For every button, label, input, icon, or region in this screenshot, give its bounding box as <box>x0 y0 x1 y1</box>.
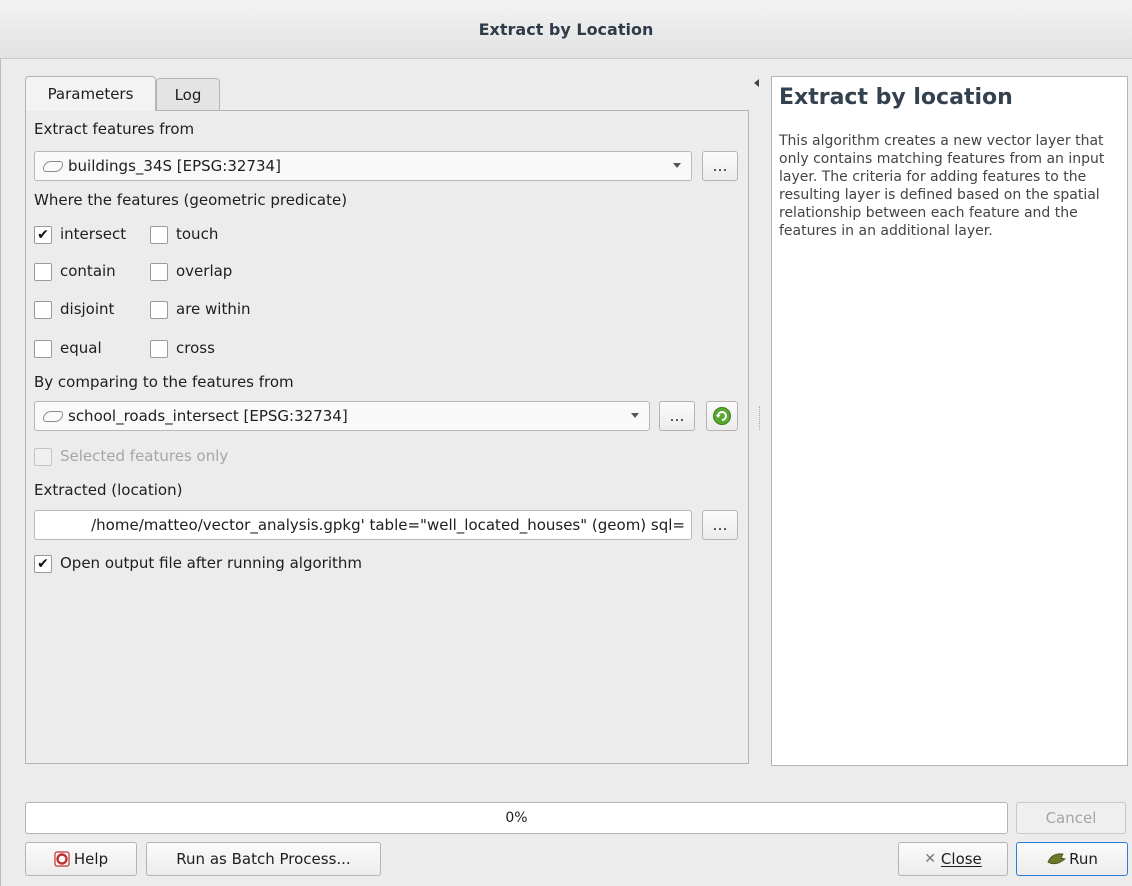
tab-parameters[interactable]: Parameters <box>25 76 156 111</box>
polygon-layer-icon <box>43 160 63 172</box>
close-icon: ✕ <box>924 851 936 867</box>
tab-log-label: Log <box>174 85 202 104</box>
cross-label: cross <box>176 339 215 357</box>
help-panel: Extract by location This algorithm creat… <box>771 76 1128 766</box>
polygon-layer-icon <box>43 410 63 422</box>
open-output-label: Open output file after running algorithm <box>60 554 362 572</box>
help-label: Help <box>73 850 109 868</box>
output-path-field[interactable]: /home/matteo/vector_analysis.gpkg' table… <box>34 510 692 540</box>
run-batch-button[interactable]: Run as Batch Process... <box>146 842 381 876</box>
help-body: This algorithm creates a new vector laye… <box>779 133 1105 239</box>
iterate-icon <box>713 407 731 425</box>
tab-log[interactable]: Log <box>156 78 220 110</box>
output-browse-button[interactable]: … <box>702 510 738 540</box>
are-within-checkbox[interactable] <box>150 301 168 319</box>
open-output-checkbox[interactable]: ✔ <box>34 555 52 573</box>
disjoint-checkbox[interactable] <box>34 301 52 319</box>
overlap-label: overlap <box>176 262 233 280</box>
output-path-value: /home/matteo/vector_analysis.gpkg' table… <box>91 516 685 534</box>
window-title: Extract by Location <box>478 19 654 39</box>
close-label: Close <box>940 850 982 868</box>
selected-features-only-checkbox[interactable] <box>34 448 52 466</box>
window-frame <box>0 0 1 886</box>
intersect-label: intersect <box>60 225 127 243</box>
collapse-arrow-icon[interactable] <box>753 78 761 88</box>
browse-label: … <box>712 157 728 175</box>
disjoint-label: disjoint <box>60 300 115 318</box>
selected-features-only-label: Selected features only <box>60 447 229 465</box>
input-layer-value: buildings_34S [EPSG:32734] <box>68 157 281 175</box>
close-button[interactable]: ✕ Close <box>898 842 1008 876</box>
input-layer-browse-button[interactable]: … <box>702 151 738 181</box>
cancel-button[interactable]: Cancel <box>1016 802 1126 834</box>
browse-label: … <box>669 407 685 425</box>
cross-checkbox[interactable] <box>150 340 168 358</box>
are-within-label: are within <box>176 300 251 318</box>
help-button[interactable]: Help <box>25 842 137 876</box>
parameters-panel: Extract features from buildings_34S [EPS… <box>25 110 749 764</box>
contain-checkbox[interactable] <box>34 263 52 281</box>
compare-layer-value: school_roads_intersect [EPSG:32734] <box>68 407 348 425</box>
run-batch-label: Run as Batch Process... <box>176 850 351 868</box>
intersect-checkbox[interactable]: ✔ <box>34 226 52 244</box>
equal-checkbox[interactable] <box>34 340 52 358</box>
iterate-button[interactable] <box>706 401 738 431</box>
contain-label: contain <box>60 262 116 280</box>
touch-checkbox[interactable] <box>150 226 168 244</box>
tab-parameters-label: Parameters <box>47 85 134 103</box>
run-button[interactable]: Run <box>1016 842 1128 876</box>
run-icon <box>1047 853 1066 865</box>
input-layer-combo[interactable]: buildings_34S [EPSG:32734] <box>34 151 692 181</box>
progress-label: 0% <box>505 810 528 826</box>
browse-label: … <box>712 516 728 534</box>
overlap-checkbox[interactable] <box>150 263 168 281</box>
compare-layer-browse-button[interactable]: … <box>659 401 695 431</box>
compare-layer-label: By comparing to the features from <box>34 373 294 391</box>
title-bar[interactable]: Extract by Location <box>0 0 1132 59</box>
chevron-down-icon <box>631 413 639 418</box>
cancel-label: Cancel <box>1045 809 1097 827</box>
progress-bar: 0% <box>25 802 1008 834</box>
equal-label: equal <box>60 339 102 357</box>
input-layer-label: Extract features from <box>34 120 195 138</box>
help-title: Extract by location <box>779 85 1013 110</box>
run-label: Run <box>1069 850 1098 868</box>
chevron-down-icon <box>673 163 681 168</box>
splitter-handle[interactable] <box>759 406 763 430</box>
predicate-label: Where the features (geometric predicate) <box>34 191 348 209</box>
output-label: Extracted (location) <box>34 481 183 499</box>
help-icon <box>54 851 70 867</box>
touch-label: touch <box>176 225 219 243</box>
compare-layer-combo[interactable]: school_roads_intersect [EPSG:32734] <box>34 401 650 431</box>
